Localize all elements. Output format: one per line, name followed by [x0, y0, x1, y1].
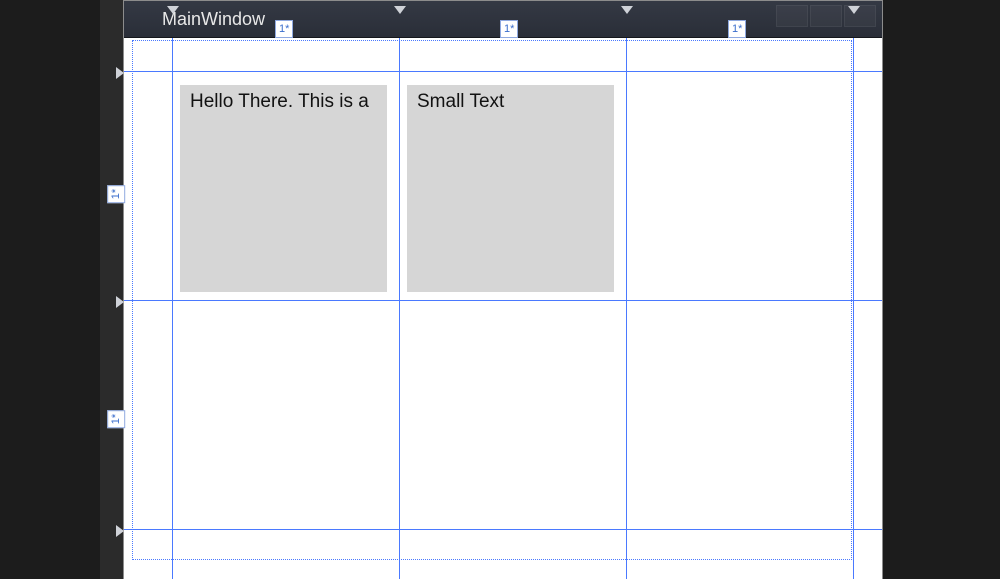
col-gripper-3[interactable]	[848, 6, 860, 14]
row-ruler	[100, 0, 123, 579]
textblock-0-text: Hello There. This is a	[190, 91, 369, 112]
row-size-badge-1[interactable]: 1*	[107, 410, 125, 428]
designer-workspace: 1* 1* MainWindow	[0, 0, 1000, 579]
col-gripper-0[interactable]	[167, 6, 179, 14]
textblock-1[interactable]: Small Text	[407, 85, 614, 292]
row-size-badge-0[interactable]: 1*	[107, 185, 125, 203]
col-size-badge-1[interactable]: 1*	[500, 20, 518, 38]
grid-col-line-3[interactable]	[853, 38, 854, 579]
grid-col-line-1[interactable]	[399, 38, 400, 579]
grid-col-line-2[interactable]	[626, 38, 627, 579]
grid-row-line-1[interactable]	[124, 300, 882, 301]
col-size-badge-0[interactable]: 1*	[275, 20, 293, 38]
row-gripper-bottom[interactable]	[116, 525, 124, 537]
maximize-button[interactable]	[810, 5, 842, 27]
grid-row-line-0[interactable]	[124, 71, 882, 72]
preview-window[interactable]: MainWindow Hello There. This is a	[123, 0, 883, 579]
grid-col-line-0[interactable]	[172, 38, 173, 579]
textblock-1-text: Small Text	[417, 91, 504, 112]
minimize-button[interactable]	[776, 5, 808, 27]
col-size-badge-2[interactable]: 1*	[728, 20, 746, 38]
row-gripper-top[interactable]	[116, 67, 124, 79]
textblock-0[interactable]: Hello There. This is a	[180, 85, 387, 292]
row-gripper-mid[interactable]	[116, 296, 124, 308]
col-gripper-1[interactable]	[394, 6, 406, 14]
col-gripper-2[interactable]	[621, 6, 633, 14]
window-chrome-buttons	[776, 5, 876, 27]
grid-row-line-2[interactable]	[124, 529, 882, 530]
window-client-area[interactable]: Hello There. This is a Small Text	[124, 38, 882, 579]
